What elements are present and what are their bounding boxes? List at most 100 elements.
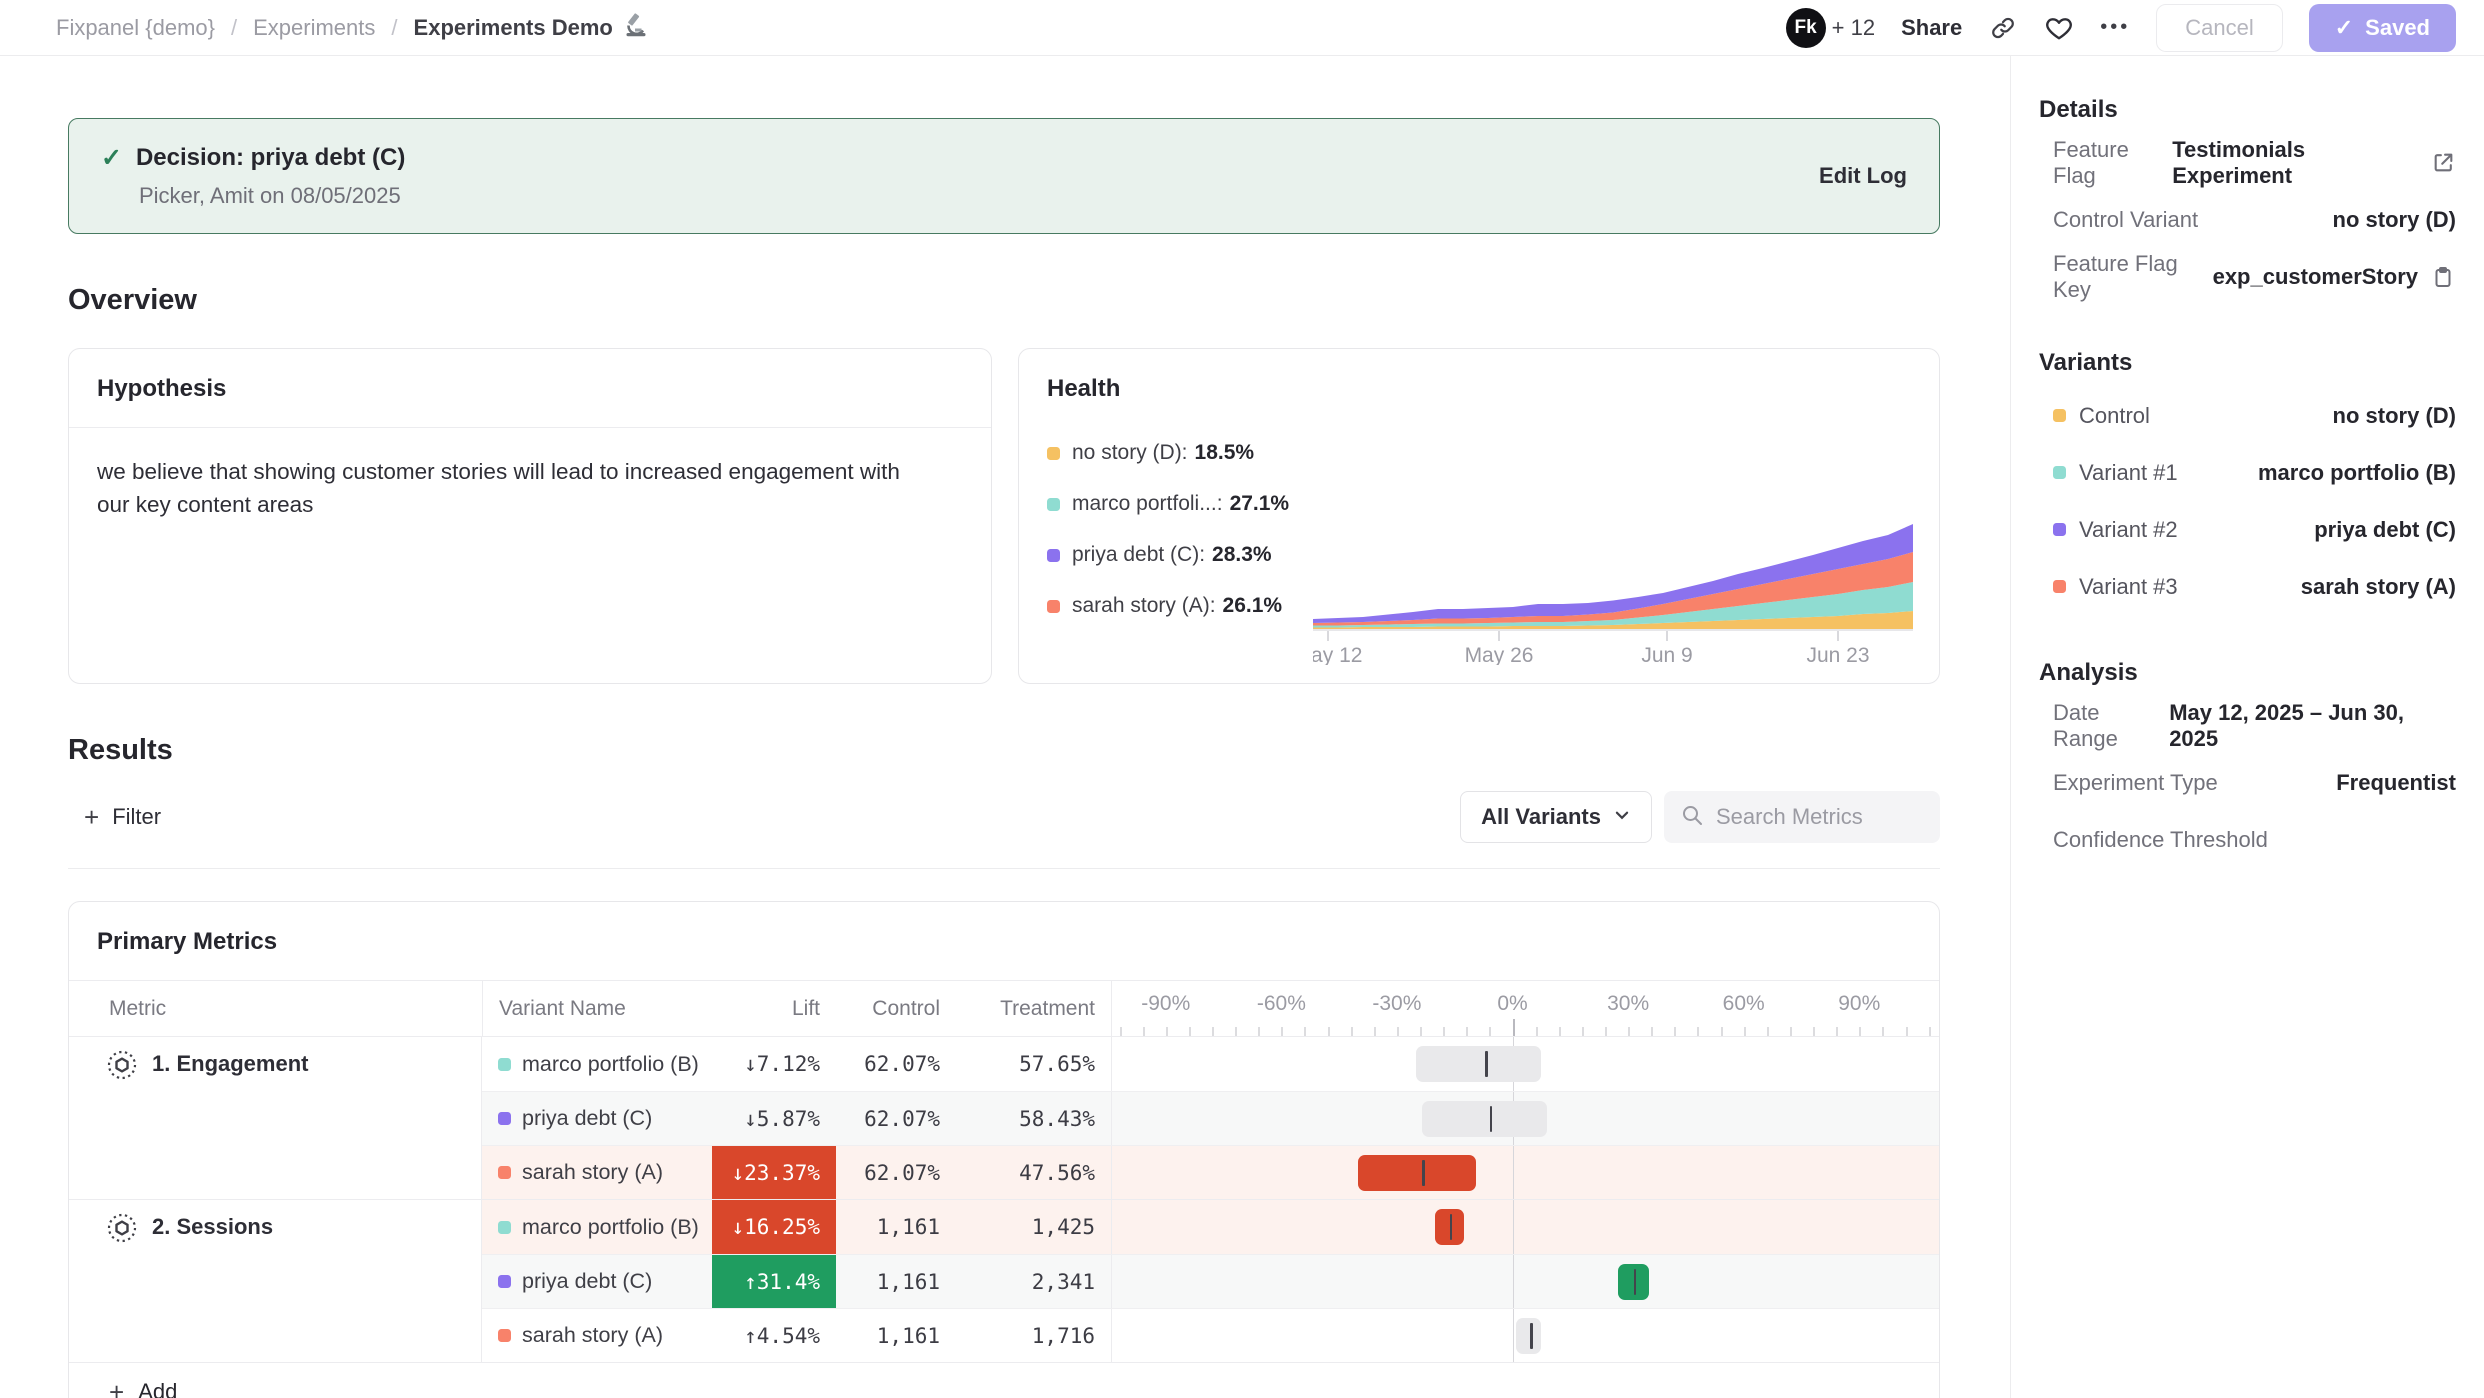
control-value: 62.07%	[836, 1092, 956, 1145]
variant-color-swatch	[2053, 466, 2066, 479]
variant-color-swatch	[498, 1166, 511, 1179]
main-content: ✓ Decision: priya debt (C) Picker, Amit …	[0, 56, 2010, 1398]
breadcrumb-separator: /	[231, 15, 237, 41]
treatment-value: 2,341	[956, 1255, 1111, 1308]
health-title: Health	[1019, 349, 1939, 427]
health-card: Health no story (D): 18.5% marco portfol…	[1018, 348, 1940, 684]
variant-row[interactable]: priya debt (C)↑31.4%1,1612,341	[482, 1254, 1939, 1308]
favorite-heart-icon[interactable]	[2044, 13, 2074, 43]
confidence-interval-bar[interactable]	[1416, 1046, 1541, 1082]
cancel-button[interactable]: Cancel	[2156, 4, 2282, 52]
legend-item-priya[interactable]: priya debt (C): 28.3%	[1047, 543, 1309, 567]
feature-flag-value[interactable]: Testimonials Experiment	[2172, 137, 2419, 189]
control-value: 62.07%	[836, 1037, 956, 1091]
table-header: Metric Variant Name Lift Control Treatme…	[69, 981, 1939, 1037]
legend-item-marco[interactable]: marco portfoli...: 27.1%	[1047, 492, 1309, 516]
control-value: 1,161	[836, 1200, 956, 1254]
col-control: Control	[836, 997, 956, 1021]
treatment-value: 47.56%	[956, 1146, 1111, 1199]
variant-row[interactable]: marco portfolio (B)↓16.25%1,1611,425	[482, 1200, 1939, 1254]
lift-value: ↑31.4%	[712, 1255, 836, 1308]
lift-marker	[1530, 1323, 1533, 1349]
feature-flag-key-label: Feature Flag Key	[2039, 251, 2213, 303]
legend-swatch	[1047, 600, 1060, 613]
zero-line	[1513, 1200, 1515, 1254]
col-treatment: Treatment	[956, 997, 1111, 1021]
experiment-type-value: Frequentist	[2336, 770, 2456, 796]
external-link-icon[interactable]	[2431, 150, 2456, 176]
variant-color-swatch	[2053, 580, 2066, 593]
metric-target-icon	[107, 1050, 137, 1080]
decision-check-icon: ✓	[101, 143, 122, 173]
confidence-threshold-label: Confidence Threshold	[2039, 827, 2268, 853]
legend-value: 26.1%	[1223, 594, 1283, 618]
results-heading: Results	[68, 732, 2010, 768]
metric-cell[interactable]: 2. Sessions	[69, 1200, 482, 1362]
plus-icon: +	[109, 1379, 124, 1398]
variant-name: sarah story (A)	[522, 1160, 663, 1185]
variant-row[interactable]: sarah story (A)↓23.37%62.07%47.56%	[482, 1145, 1939, 1199]
variant-label: Control	[2079, 403, 2150, 429]
variant-value: sarah story (A)	[2301, 574, 2456, 600]
collaborator-avatars[interactable]: Fk + 12	[1786, 8, 1875, 48]
svg-text:May 26: May 26	[1465, 644, 1534, 665]
feature-flag-label: Feature Flag	[2039, 137, 2172, 189]
confidence-interval-cell	[1111, 1309, 1939, 1362]
copy-clipboard-icon[interactable]	[2430, 264, 2456, 290]
breadcrumb-project[interactable]: Fixpanel {demo}	[56, 15, 215, 41]
confidence-threshold-row: Confidence Threshold	[2039, 811, 2456, 868]
lift-value: ↑4.54%	[712, 1309, 836, 1362]
breadcrumb-current-page[interactable]: Experiments Demo	[414, 12, 649, 44]
confidence-interval-bar[interactable]	[1358, 1155, 1476, 1191]
hypothesis-card: Hypothesis we believe that showing custo…	[68, 348, 992, 684]
saved-button[interactable]: ✓ Saved	[2309, 4, 2456, 52]
decision-subtitle: Picker, Amit on 08/05/2025	[139, 183, 405, 209]
details-heading: Details	[2039, 96, 2456, 124]
search-metrics-input[interactable]	[1716, 804, 1916, 830]
metric-cell[interactable]: 1. Engagement	[69, 1037, 482, 1199]
variant-name: priya debt (C)	[522, 1106, 652, 1131]
legend-swatch	[1047, 498, 1060, 511]
variant-name: marco portfolio (B)	[522, 1215, 699, 1240]
variant-name-cell: sarah story (A)	[482, 1309, 712, 1362]
variant-value: no story (D)	[2333, 403, 2456, 429]
variant-row[interactable]: priya debt (C)↓5.87%62.07%58.43%	[482, 1091, 1939, 1145]
confidence-interval-cell	[1111, 1146, 1939, 1199]
svg-text:May 12: May 12	[1313, 644, 1362, 665]
variant-name-cell: marco portfolio (B)	[482, 1037, 712, 1091]
health-stacked-area-chart: May 12May 26Jun 9Jun 23	[1309, 433, 1913, 665]
hypothesis-title: Hypothesis	[69, 349, 991, 428]
breadcrumb-experiments[interactable]: Experiments	[253, 15, 375, 41]
legend-label: sarah story (A):	[1072, 594, 1216, 618]
more-menu-button[interactable]: •••	[2100, 16, 2130, 39]
search-metrics-box[interactable]	[1664, 791, 1940, 843]
confidence-interval-bar[interactable]	[1516, 1318, 1542, 1354]
legend-value: 28.3%	[1212, 543, 1272, 567]
treatment-value: 58.43%	[956, 1092, 1111, 1145]
add-filter-button[interactable]: + Filter	[68, 804, 161, 830]
lift-marker	[1485, 1051, 1488, 1077]
legend-item-sarah[interactable]: sarah story (A): 26.1%	[1047, 594, 1309, 618]
svg-text:Jun 9: Jun 9	[1641, 644, 1692, 665]
saved-label: Saved	[2365, 15, 2430, 41]
variants-dropdown[interactable]: All Variants	[1460, 791, 1652, 843]
analysis-heading: Analysis	[2039, 659, 2456, 687]
zero-line	[1513, 1146, 1515, 1199]
copy-link-icon[interactable]	[1988, 13, 2018, 43]
edit-log-button[interactable]: Edit Log	[1819, 163, 1907, 189]
top-bar: Fixpanel {demo} / Experiments / Experime…	[0, 0, 2484, 56]
share-button[interactable]: Share	[1901, 15, 1962, 41]
legend-item-no-story[interactable]: no story (D): 18.5%	[1047, 441, 1309, 465]
control-variant-label: Control Variant	[2039, 207, 2198, 233]
avatar[interactable]: Fk	[1786, 8, 1826, 48]
decision-title: Decision: priya debt (C)	[136, 144, 405, 172]
confidence-interval-bar[interactable]	[1422, 1101, 1547, 1137]
results-toolbar: + Filter All Variants	[68, 790, 1940, 844]
variant-row[interactable]: marco portfolio (B)↓7.12%62.07%57.65%	[482, 1037, 1939, 1091]
metric-group: 1. Engagementmarco portfolio (B)↓7.12%62…	[69, 1037, 1939, 1200]
lift-value: ↓16.25%	[712, 1200, 836, 1254]
add-metric-button[interactable]: + Add	[69, 1363, 1939, 1398]
chevron-down-icon	[1613, 804, 1631, 830]
variant-row[interactable]: sarah story (A)↑4.54%1,1611,716	[482, 1308, 1939, 1362]
variant-value: priya debt (C)	[2314, 517, 2456, 543]
